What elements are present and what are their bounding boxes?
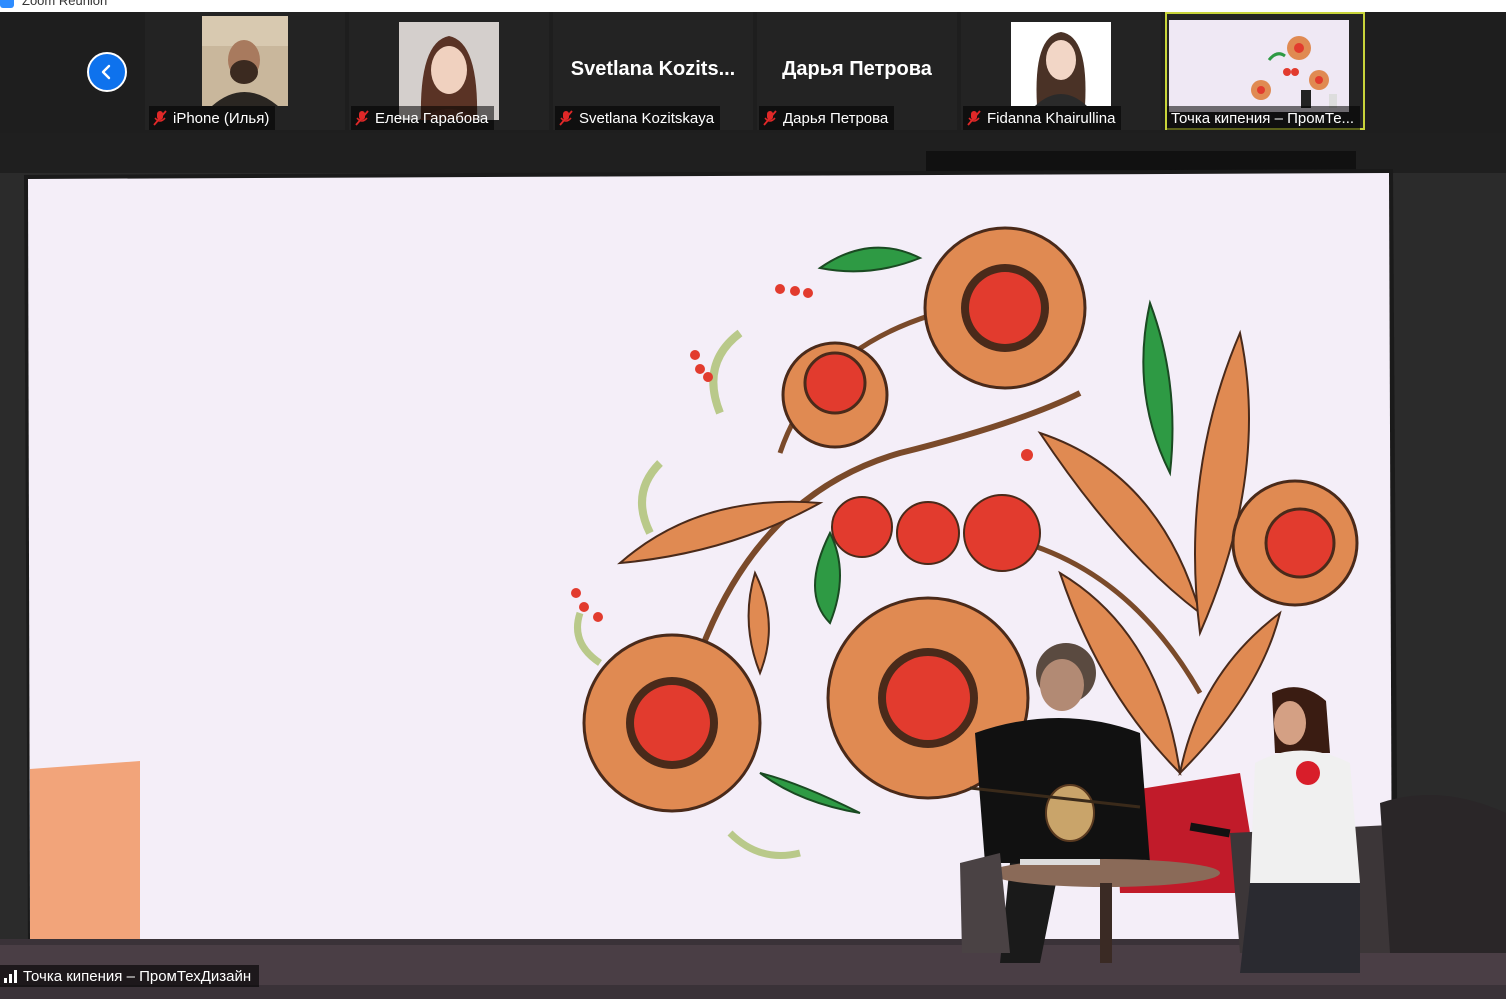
speaker-name: Точка кипения – ПромТехДизайн [23,967,252,985]
window-title-bar: Zoom Reunion [0,0,1506,12]
participant-tile[interactable]: Дарья Петрова Дарья Петрова [757,12,957,130]
participant-name: iPhone (Илья) [173,109,270,127]
window-title: Zoom Reunion [22,0,108,8]
participant-photo [1011,22,1111,106]
participant-strip: iPhone (Илья) Елена Гарабова Svetlana Ko… [0,12,1506,133]
participant-tile[interactable]: Елена Гарабова [349,12,549,130]
participant-tile[interactable]: Svetlana Kozits... Svetlana Kozitskaya [553,12,753,130]
participant-name-label: Fidanna Khairullina [963,106,1122,130]
participant-video-thumbnail [1169,20,1349,112]
participant-name: Елена Гарабова [375,109,489,127]
muted-mic-icon [559,110,573,126]
main-speaker-video: Точка кипения – ПромТехДизайн [0,133,1506,999]
participant-tile[interactable]: iPhone (Илья) [145,12,345,130]
muted-mic-icon [967,110,981,126]
previous-page-button[interactable] [87,52,127,92]
connection-signal-icon [4,969,17,983]
participant-name: Дарья Петрова [783,109,889,127]
muted-mic-icon [763,110,777,126]
participant-display-name: Svetlana Kozits... [570,58,736,80]
participant-name-label: Точка кипения – ПромТе... [1167,106,1361,130]
participant-name-label: Дарья Петрова [759,106,895,130]
participant-name-label: Svetlana Kozitskaya [555,106,721,130]
stage-scene [0,133,1506,999]
zoom-app-icon [0,0,14,8]
muted-mic-icon [153,110,167,126]
chevron-left-icon [101,64,111,80]
participant-tile[interactable]: Fidanna Khairullina [961,12,1161,130]
participant-video [202,16,288,106]
participant-tile-active[interactable]: Точка кипения – ПромТе... [1165,12,1365,130]
participant-name-label: Елена Гарабова [351,106,495,130]
muted-mic-icon [355,110,369,126]
participant-name-label: iPhone (Илья) [149,106,276,130]
participant-display-name: Дарья Петрова [782,58,932,80]
participant-name: Fidanna Khairullina [987,109,1116,127]
participant-name: Точка кипения – ПромТе... [1171,109,1355,127]
speaker-name-label: Точка кипения – ПромТехДизайн [0,965,260,987]
participant-name: Svetlana Kozitskaya [579,109,715,127]
